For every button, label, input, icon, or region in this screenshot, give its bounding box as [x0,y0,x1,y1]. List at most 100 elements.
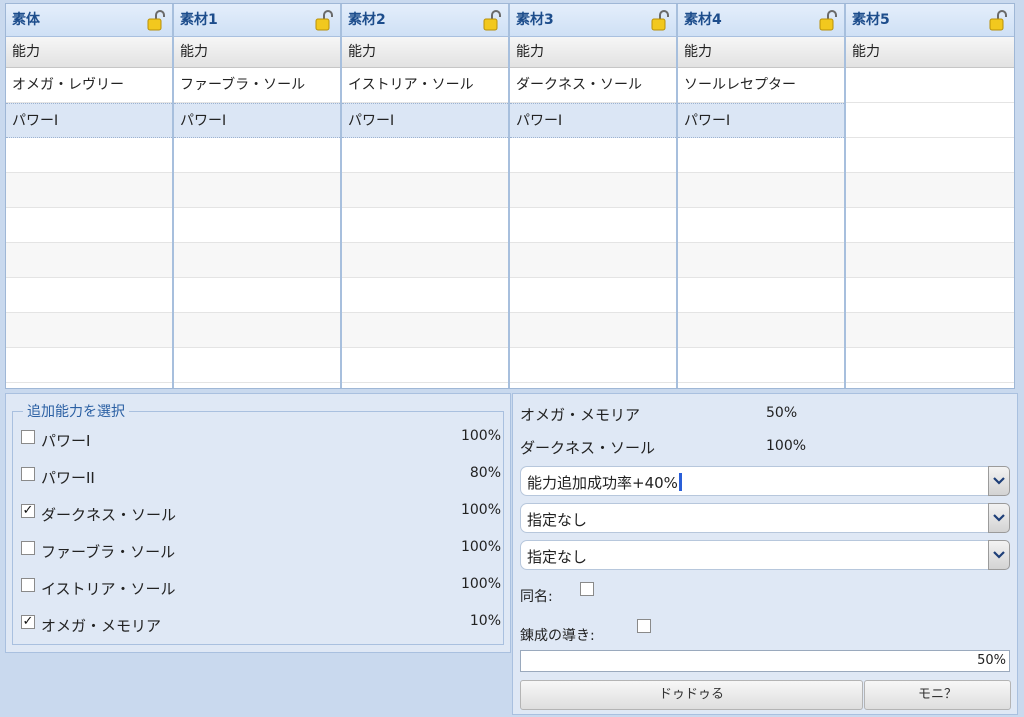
grid-cell-empty[interactable] [846,138,1014,173]
dropdown-button[interactable] [988,466,1010,496]
unlocked-padlock-icon[interactable] [818,10,838,32]
ability-checkbox[interactable] [21,541,35,555]
guidance-checkbox[interactable] [637,619,651,633]
grid-cell[interactable]: ダークネス・ソール [510,68,676,103]
ability-percent: 100% [460,576,501,592]
grid-cell-empty[interactable] [6,173,172,208]
grid-cell-empty[interactable] [678,173,844,208]
grid-cell-empty[interactable] [174,243,340,278]
grid-column-material-1: 素材1 能力 ファーブラ・ソール パワーI [174,4,342,388]
column-header[interactable]: 素材1 [174,4,340,37]
grid-cell[interactable]: ファーブラ・ソール [174,68,340,103]
grid-cell-empty[interactable] [510,243,676,278]
grid-cell-empty[interactable] [846,208,1014,243]
grid-cell-empty[interactable] [174,278,340,313]
bonus-select-3[interactable]: 指定なし [520,540,1010,570]
grid-cell-empty[interactable] [342,313,508,348]
grid-cell-empty[interactable] [510,313,676,348]
grid-cell-empty[interactable] [342,138,508,173]
grid-cell-empty[interactable] [510,348,676,383]
ability-checkbox[interactable] [21,467,35,481]
grid-cell-empty[interactable] [846,68,1014,103]
grid-cell-empty[interactable] [678,138,844,173]
grid-cell-empty[interactable] [174,208,340,243]
ability-checkbox[interactable] [21,578,35,592]
grid-cell-empty[interactable] [510,138,676,173]
unlocked-padlock-icon[interactable] [988,10,1008,32]
ability-row[interactable]: パワーI 100% [21,428,501,452]
ability-row[interactable]: ✓ オメガ・メモリア 10% [21,613,501,637]
grid-cell[interactable]: ソールレセプター [678,68,844,103]
column-subheader: 能力 [510,37,676,68]
grid-cell-empty[interactable] [510,208,676,243]
grid-cell-empty[interactable] [846,348,1014,383]
grid-cell-empty[interactable] [6,313,172,348]
unlocked-padlock-icon[interactable] [314,10,334,32]
grid-cell-empty[interactable] [510,173,676,208]
grid-cell-empty[interactable] [174,313,340,348]
grid-cell-empty[interactable] [342,173,508,208]
grid-cell-empty[interactable] [846,173,1014,208]
ability-checkbox[interactable]: ✓ [21,615,35,629]
bonus-select-1[interactable]: 能力追加成功率+40% [520,466,1010,496]
grid-cell-selected[interactable]: パワーI [678,103,844,138]
grid-cell-empty[interactable] [846,243,1014,278]
column-header-label: 素材1 [180,12,218,28]
column-header[interactable]: 素材4 [678,4,844,37]
grid-cell-empty[interactable] [6,348,172,383]
grid-cell-empty[interactable] [6,243,172,278]
synthesize-button[interactable]: ドゥドゥる [520,680,863,710]
synthesis-summary-panel: オメガ・メモリア 50% ダークネス・ソール 100% 能力追加成功率+40% … [512,393,1018,715]
column-subheader: 能力 [174,37,340,68]
grid-cell-selected[interactable]: パワーI [510,103,676,138]
grid-cell-empty[interactable] [174,348,340,383]
grid-cell-selected[interactable]: パワーI [6,103,172,138]
grid-cell-empty[interactable] [342,348,508,383]
dropdown-button[interactable] [988,503,1010,533]
select-value: 指定なし [527,511,588,529]
grid-cell[interactable]: オメガ・レヴリー [6,68,172,103]
grid-cell-empty[interactable] [510,278,676,313]
grid-cell-empty[interactable] [342,208,508,243]
ability-label: ダークネス・ソール [41,506,177,524]
ability-checkbox[interactable]: ✓ [21,504,35,518]
column-subheader: 能力 [6,37,172,68]
grid-cell-empty[interactable] [678,313,844,348]
dropdown-button[interactable] [988,540,1010,570]
grid-cell-selected[interactable]: パワーI [342,103,508,138]
ability-percent: 100% [460,539,501,555]
grid-cell-empty[interactable] [678,348,844,383]
ability-row[interactable]: イストリア・ソール 100% [21,576,501,600]
grid-cell-empty[interactable] [6,138,172,173]
grid-cell-empty[interactable] [174,138,340,173]
grid-cell-empty[interactable] [342,278,508,313]
grid-cell-empty[interactable] [678,243,844,278]
ability-checkbox[interactable] [21,430,35,444]
grid-cell-empty[interactable] [174,173,340,208]
monitor-button[interactable]: モニ？ [864,680,1011,710]
grid-cell-empty[interactable] [846,103,1014,138]
ability-row[interactable]: パワーII 80% [21,465,501,489]
ability-row[interactable]: ✓ ダークネス・ソール 100% [21,502,501,526]
grid-cell-empty[interactable] [342,243,508,278]
column-header[interactable]: 素材3 [510,4,676,37]
unlocked-padlock-icon[interactable] [650,10,670,32]
grid-cell-empty[interactable] [678,278,844,313]
grid-cell-empty[interactable] [6,208,172,243]
summary-item-percent: 100% [766,438,807,454]
grid-cell-empty[interactable] [846,278,1014,313]
same-name-checkbox[interactable] [580,582,594,596]
grid-cell[interactable]: イストリア・ソール [342,68,508,103]
column-header[interactable]: 素体 [6,4,172,37]
unlocked-padlock-icon[interactable] [482,10,502,32]
column-header[interactable]: 素材5 [846,4,1014,37]
grid-cell-empty[interactable] [678,208,844,243]
column-header[interactable]: 素材2 [342,4,508,37]
unlocked-padlock-icon[interactable] [146,10,166,32]
grid-cell-empty[interactable] [6,278,172,313]
ability-label: オメガ・メモリア [41,617,162,635]
bonus-select-2[interactable]: 指定なし [520,503,1010,533]
grid-cell-selected[interactable]: パワーI [174,103,340,138]
grid-cell-empty[interactable] [846,313,1014,348]
ability-row[interactable]: ファーブラ・ソール 100% [21,539,501,563]
